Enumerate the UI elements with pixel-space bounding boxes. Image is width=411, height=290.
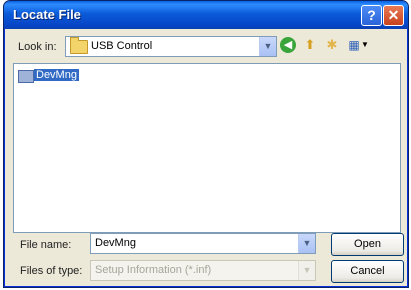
look-in-dropdown[interactable]: USB Control ▼ — [65, 36, 277, 57]
title-bar[interactable]: Locate File ? ✕ — [4, 1, 408, 29]
up-folder-icon[interactable]: ⬆ — [302, 37, 318, 53]
close-button[interactable]: ✕ — [383, 5, 404, 26]
list-item-label: DevMng — [34, 69, 79, 81]
file-list[interactable]: DevMng — [13, 63, 401, 233]
folder-icon — [18, 70, 34, 83]
locate-file-dialog: Locate File ? ✕ Look in: USB Control ▼ ◀… — [3, 0, 409, 288]
new-folder-icon[interactable]: ✱ — [324, 37, 340, 53]
file-type-value: Setup Information (*.inf) — [95, 264, 212, 276]
help-button[interactable]: ? — [361, 5, 382, 26]
look-in-label: Look in: — [18, 41, 57, 53]
back-icon[interactable]: ◀ — [280, 37, 296, 53]
cancel-button[interactable]: Cancel — [331, 260, 404, 283]
views-menu-icon[interactable]: ▦ — [346, 37, 362, 53]
file-name-value: DevMng — [95, 237, 136, 249]
file-name-label: File name: — [20, 239, 72, 251]
chevron-down-icon[interactable]: ▼ — [259, 37, 276, 56]
folder-icon — [70, 37, 88, 54]
file-type-dropdown[interactable]: Setup Information (*.inf) ▼ — [90, 260, 316, 281]
chevron-down-icon[interactable]: ▼ — [298, 261, 315, 280]
file-type-label: Files of type: — [20, 265, 83, 277]
dialog-title: Locate File — [13, 7, 81, 22]
look-in-value: USB Control — [91, 40, 153, 52]
chevron-down-icon[interactable]: ▼ — [298, 234, 315, 253]
open-button[interactable]: Open — [331, 233, 404, 256]
views-dropdown-arrow-icon[interactable]: ▼ — [361, 37, 369, 53]
file-name-field[interactable]: DevMng ▼ — [90, 233, 316, 254]
